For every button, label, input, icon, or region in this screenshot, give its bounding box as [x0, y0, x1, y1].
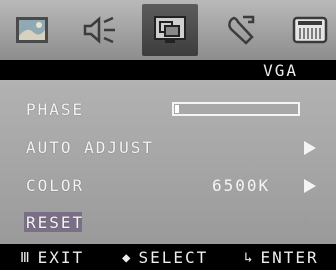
color-value: 6500K: [212, 176, 271, 195]
enter-icon: ↳: [244, 249, 255, 266]
reset-label: RESET: [26, 213, 85, 232]
reset-arrow-icon: [304, 216, 316, 230]
auto-adjust-arrow-icon: [304, 141, 316, 155]
exit-hint[interactable]: Ⅲ EXIT: [20, 248, 84, 267]
menu-tab-bar: [0, 0, 336, 60]
enter-hint[interactable]: ↳ ENTER: [244, 248, 319, 267]
osd-settings-icon: [292, 16, 328, 44]
color-label: COLOR: [26, 176, 85, 195]
footer-bar: Ⅲ EXIT ◆ SELECT ↳ ENTER: [0, 244, 336, 270]
tab-audio[interactable]: [72, 4, 128, 56]
tab-picture[interactable]: [4, 4, 60, 56]
phase-slider[interactable]: [172, 102, 300, 116]
color-arrow-icon: [304, 179, 316, 193]
monitor-position-icon: [154, 16, 186, 43]
tab-osd[interactable]: [282, 4, 336, 56]
auto-adjust-label: AUTO ADJUST: [26, 138, 154, 157]
exit-label: EXIT: [37, 248, 85, 267]
exit-icon: Ⅲ: [20, 249, 32, 266]
input-source-bar: VGA: [0, 60, 336, 80]
select-icon: ◆: [122, 249, 133, 266]
phase-label: PHASE: [26, 100, 85, 119]
phase-slider-fill: [175, 105, 179, 113]
wrench-icon: [228, 15, 255, 45]
enter-label: ENTER: [260, 248, 319, 267]
tab-setup[interactable]: [214, 4, 270, 56]
tab-position[interactable]: [142, 4, 198, 56]
speaker-icon: [83, 16, 115, 44]
picture-icon: [16, 17, 48, 43]
select-label: SELECT: [138, 248, 209, 267]
input-source-label: VGA: [263, 61, 298, 80]
menu-panel: PHASE AUTO ADJUST COLOR 6500K RESET: [0, 80, 336, 244]
select-hint[interactable]: ◆ SELECT: [122, 248, 208, 267]
